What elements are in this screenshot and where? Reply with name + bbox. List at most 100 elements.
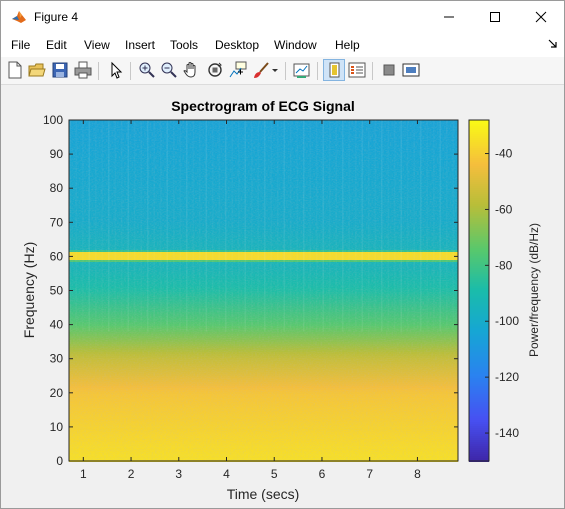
menu-edit[interactable]: Edit xyxy=(46,38,67,52)
x-tick-label: 6 xyxy=(319,467,326,481)
print-icon[interactable] xyxy=(74,61,92,79)
link-plot-icon[interactable] xyxy=(293,61,311,79)
colorbar-swatch xyxy=(469,334,489,336)
y-tick-label: 0 xyxy=(56,454,63,468)
colorbar-swatch xyxy=(469,396,489,398)
y-tick-label: 10 xyxy=(50,420,64,434)
colorbar-swatch xyxy=(469,126,489,128)
colorbar-swatch xyxy=(469,340,489,342)
x-tick-label: 7 xyxy=(366,467,373,481)
colorbar-swatch xyxy=(469,252,489,254)
maximize-button[interactable] xyxy=(472,1,518,33)
colorbar-tick-label: -100 xyxy=(495,314,519,328)
colorbar-swatch xyxy=(469,448,489,450)
colorbar-swatch xyxy=(469,336,489,338)
colorbar-swatch xyxy=(469,154,489,156)
show-plot-tools-icon[interactable] xyxy=(402,61,420,79)
y-tick-label: 60 xyxy=(50,249,64,263)
hide-plot-tools-icon[interactable] xyxy=(380,61,398,79)
colorbar-swatch xyxy=(469,330,489,332)
colorbar-swatch xyxy=(469,276,489,278)
dock-arrow-icon[interactable] xyxy=(548,39,558,49)
data-cursor-icon[interactable] xyxy=(229,61,247,79)
colorbar-swatch xyxy=(469,420,489,422)
rotate-3d-icon[interactable] xyxy=(206,61,224,79)
save-icon[interactable] xyxy=(51,61,69,79)
colorbar-swatch xyxy=(469,254,489,256)
colorbar-swatch xyxy=(469,316,489,318)
colorbar-swatch xyxy=(469,142,489,144)
colorbar-swatch xyxy=(469,440,489,442)
colorbar-swatch xyxy=(469,196,489,198)
colorbar-swatch xyxy=(469,286,489,288)
colorbar-swatch xyxy=(469,288,489,290)
menu-file[interactable]: File xyxy=(11,38,30,52)
new-figure-icon[interactable] xyxy=(6,61,24,79)
colorbar-swatch xyxy=(469,206,489,208)
insert-legend-icon[interactable] xyxy=(348,61,366,79)
zoom-in-icon[interactable] xyxy=(138,61,156,79)
menu-insert[interactable]: Insert xyxy=(125,38,155,52)
colorbar-swatch xyxy=(469,410,489,412)
colorbar-swatch xyxy=(469,174,489,176)
edit-plot-icon[interactable] xyxy=(107,61,125,79)
colorbar-swatch xyxy=(469,186,489,188)
colorbar-swatch xyxy=(469,352,489,354)
y-tick-label: 80 xyxy=(50,181,64,195)
figure-window: Figure 4 File Edit View Insert Tools Des… xyxy=(0,0,565,509)
colorbar-swatch xyxy=(469,194,489,196)
colorbar-swatch xyxy=(469,132,489,134)
matlab-icon xyxy=(12,11,26,23)
colorbar-swatch xyxy=(469,198,489,200)
colorbar-swatch xyxy=(469,248,489,250)
colorbar-swatch xyxy=(469,372,489,374)
colorbar-swatch xyxy=(469,444,489,446)
colorbar-swatch xyxy=(469,176,489,178)
colorbar-swatch xyxy=(469,346,489,348)
colorbar-swatch xyxy=(469,458,489,460)
colorbar-swatch xyxy=(469,158,489,160)
close-button[interactable] xyxy=(518,1,564,33)
colorbar-swatch xyxy=(469,224,489,226)
colorbar-swatch xyxy=(469,190,489,192)
colorbar-swatch xyxy=(469,136,489,138)
colorbar-swatch xyxy=(469,272,489,274)
menu-desktop[interactable]: Desktop xyxy=(215,38,259,52)
spectrogram-image xyxy=(69,120,458,462)
colorbar-swatch xyxy=(469,256,489,258)
menu-help[interactable]: Help xyxy=(335,38,360,52)
brush-icon[interactable] xyxy=(252,61,270,79)
colorbar-swatch xyxy=(469,386,489,388)
colorbar-swatch xyxy=(469,368,489,370)
menu-window[interactable]: Window xyxy=(274,38,317,52)
colorbar-swatch xyxy=(469,414,489,416)
close-icon xyxy=(535,11,547,23)
y-tick-label: 20 xyxy=(50,386,64,400)
colorbar-swatch xyxy=(469,226,489,228)
brush-dropdown-icon[interactable] xyxy=(271,61,279,79)
open-file-icon[interactable] xyxy=(28,61,46,79)
pan-icon[interactable] xyxy=(182,61,200,79)
colorbar-swatch xyxy=(469,434,489,436)
x-tick-label: 2 xyxy=(128,467,135,481)
colorbar-swatch xyxy=(469,294,489,296)
toolbar-separator xyxy=(285,62,286,80)
spectrogram-plot[interactable]: Spectrogram of ECG Signal 0 10 20 30 40 50 60 7… xyxy=(1,85,564,508)
colorbar-swatch xyxy=(469,282,489,284)
colorbar[interactable] xyxy=(469,120,489,462)
insert-colorbar-button[interactable] xyxy=(323,59,345,81)
colorbar-swatch xyxy=(469,290,489,292)
menu-view[interactable]: View xyxy=(84,38,110,52)
colorbar-swatch xyxy=(469,456,489,458)
colorbar-swatch xyxy=(469,314,489,316)
zoom-out-icon[interactable] xyxy=(160,61,178,79)
toolbar-separator xyxy=(98,62,99,80)
colorbar-swatch xyxy=(469,250,489,252)
colorbar-swatch xyxy=(469,354,489,356)
colorbar-swatch xyxy=(469,260,489,262)
title-bar[interactable]: Figure 4 xyxy=(1,1,564,33)
colorbar-swatch xyxy=(469,324,489,326)
menu-tools[interactable]: Tools xyxy=(170,38,198,52)
colorbar-swatch xyxy=(469,212,489,214)
minimize-button[interactable] xyxy=(426,1,472,33)
